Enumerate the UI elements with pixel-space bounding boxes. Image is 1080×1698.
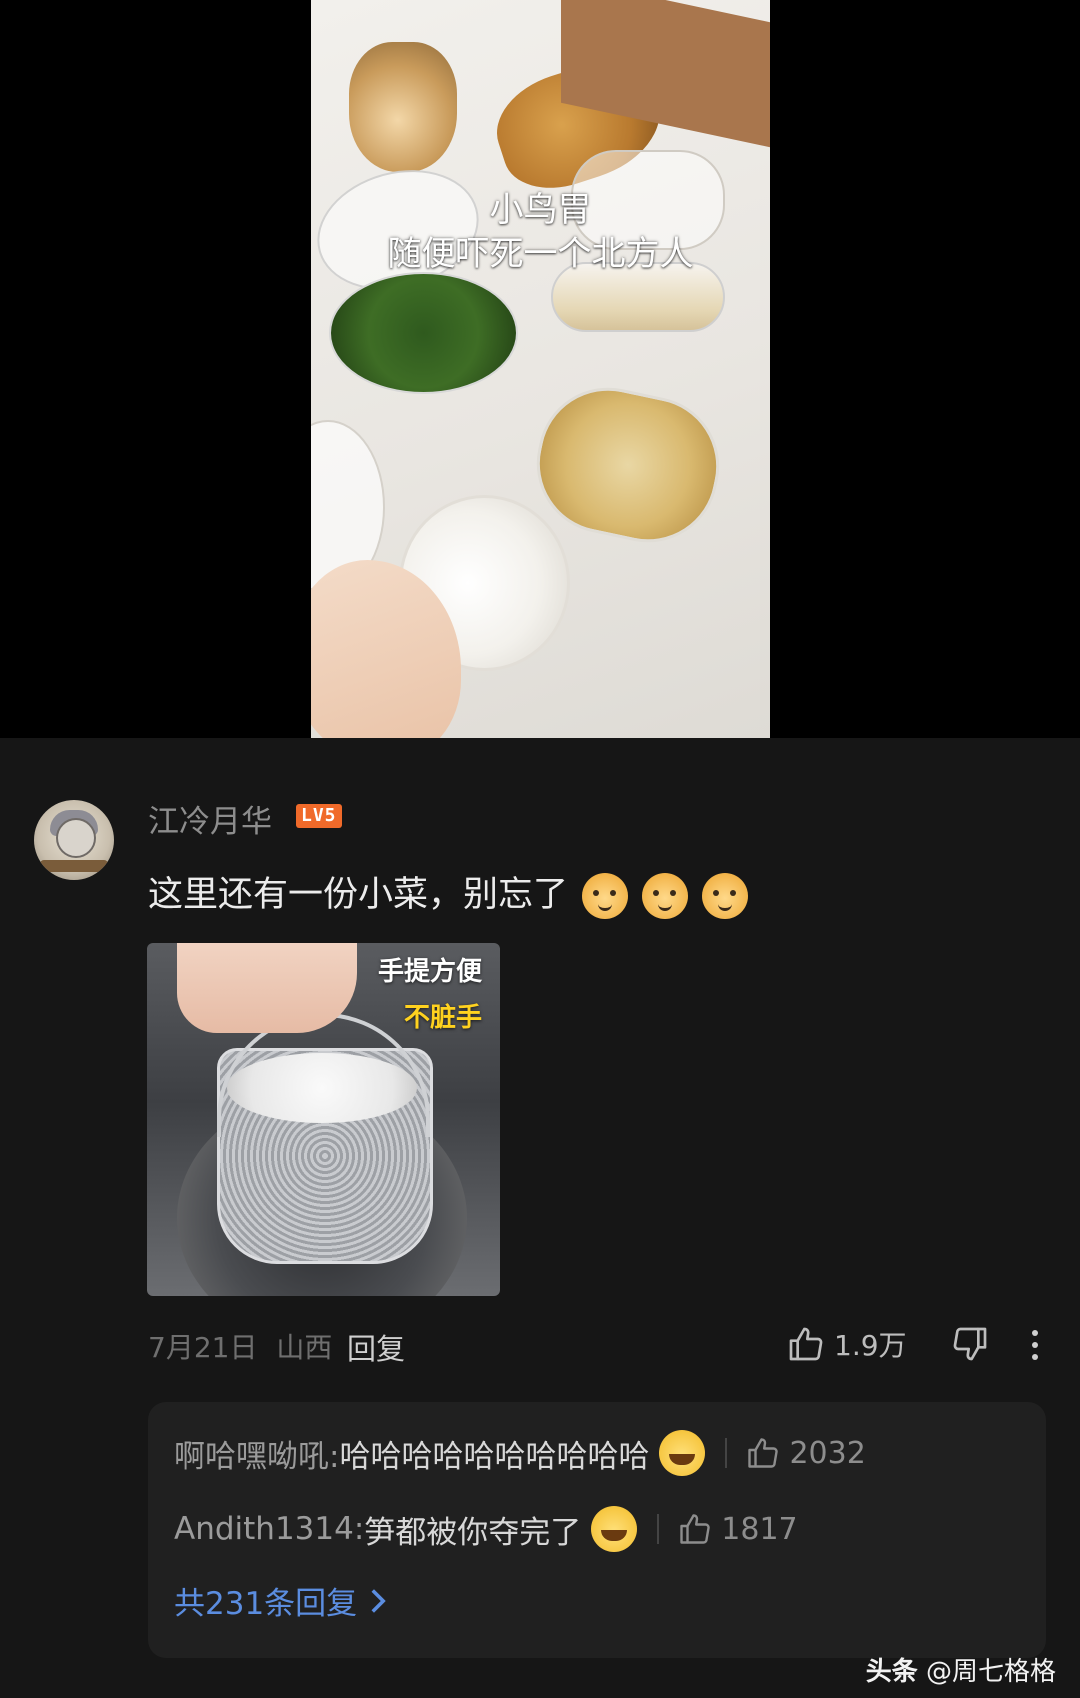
thumbs-up-icon (748, 1438, 779, 1468)
dot (1032, 1354, 1038, 1360)
dog-emoji-icon (582, 873, 629, 919)
divider (657, 1514, 660, 1544)
dog-emoji-icon (642, 873, 689, 919)
comment-location: 山西 (276, 1331, 333, 1364)
reply-text: 笋都被你夺完了 (364, 1514, 582, 1551)
watermark: 头条 @周七格格 (866, 1651, 1056, 1688)
avatar-face (56, 818, 96, 858)
reply-like-count: 1817 (721, 1511, 798, 1547)
divider (725, 1438, 728, 1468)
avatar[interactable] (34, 800, 114, 880)
hand-holding (177, 943, 357, 1033)
image-tag-convenient: 手提方便 (377, 957, 482, 987)
reply-author[interactable]: 啊哈嘿呦吼: (174, 1431, 339, 1476)
like-count: 1.9万 (834, 1329, 907, 1362)
comment-image[interactable]: 手提方便 不脏手 (147, 943, 500, 1296)
caption-line-1: 小鸟胃 (489, 190, 592, 230)
image-tag-clean: 不脏手 (403, 1003, 482, 1033)
comment-section: 江冷月华 LV5 这里还有一份小菜，别忘了 手提方便 不脏手 7月21日 山西 … (0, 738, 1080, 1698)
reply-like-count: 2032 (789, 1435, 866, 1471)
reply-item[interactable]: Andith1314: 笋都被你夺完了 1817 (174, 1506, 798, 1552)
comment-username[interactable]: 江冷月华 (148, 796, 272, 841)
video-frame[interactable]: 小鸟胃 随便吓死一个北方人 (311, 0, 770, 738)
comment-text: 这里还有一份小菜，别忘了 (148, 875, 569, 915)
chevron-right-icon (371, 1588, 386, 1613)
reply-like-button[interactable]: 1817 (677, 1511, 798, 1547)
replies-panel: 啊哈嘿呦吼: 哈哈哈哈哈哈哈哈哈哈 2032 Andith1314: 笋都被你夺… (148, 1402, 1046, 1658)
watermark-handle: @周七格格 (925, 1657, 1056, 1687)
avatar-band (40, 860, 108, 872)
dog-emoji-icon (702, 873, 749, 919)
comment-meta: 7月21日 山西 (148, 1326, 332, 1366)
caption-line-2: 随便吓死一个北方人 (387, 234, 694, 274)
video-caption: 小鸟胃 随便吓死一个北方人 (311, 188, 770, 276)
video-player[interactable]: 小鸟胃 随便吓死一个北方人 (0, 0, 1080, 738)
reply-like-button[interactable]: 2032 (745, 1435, 866, 1471)
dot (1032, 1330, 1038, 1336)
reply-item[interactable]: 啊哈嘿呦吼: 哈哈哈哈哈哈哈哈哈哈 2032 (174, 1430, 866, 1476)
bottle-jar (349, 42, 457, 172)
thumbs-up-icon (680, 1514, 710, 1544)
dot (1032, 1342, 1038, 1348)
laughing-emoji-icon (591, 1506, 638, 1552)
thumbs-up-icon (789, 1327, 823, 1361)
level-badge: LV5 (296, 804, 342, 828)
reply-author[interactable]: Andith1314: (174, 1511, 364, 1547)
comment-body: 这里还有一份小菜，别忘了 (148, 866, 749, 919)
reply-text: 哈哈哈哈哈哈哈哈哈哈 (339, 1438, 650, 1475)
more-options-icon[interactable] (1030, 1326, 1040, 1366)
watermark-brand: 头条 (865, 1657, 918, 1687)
reply-button[interactable]: 回复 (347, 1326, 405, 1368)
seaweed-box (329, 272, 518, 394)
laughing-emoji-icon (659, 1430, 706, 1476)
like-button[interactable]: 1.9万 (786, 1322, 907, 1366)
view-all-label: 共231条回复 (174, 1586, 358, 1622)
thumbs-down-icon[interactable] (950, 1324, 990, 1364)
view-all-replies-link[interactable]: 共231条回复 (174, 1578, 389, 1623)
comment-date: 7月21日 (148, 1331, 258, 1364)
porridge-box (523, 374, 733, 556)
